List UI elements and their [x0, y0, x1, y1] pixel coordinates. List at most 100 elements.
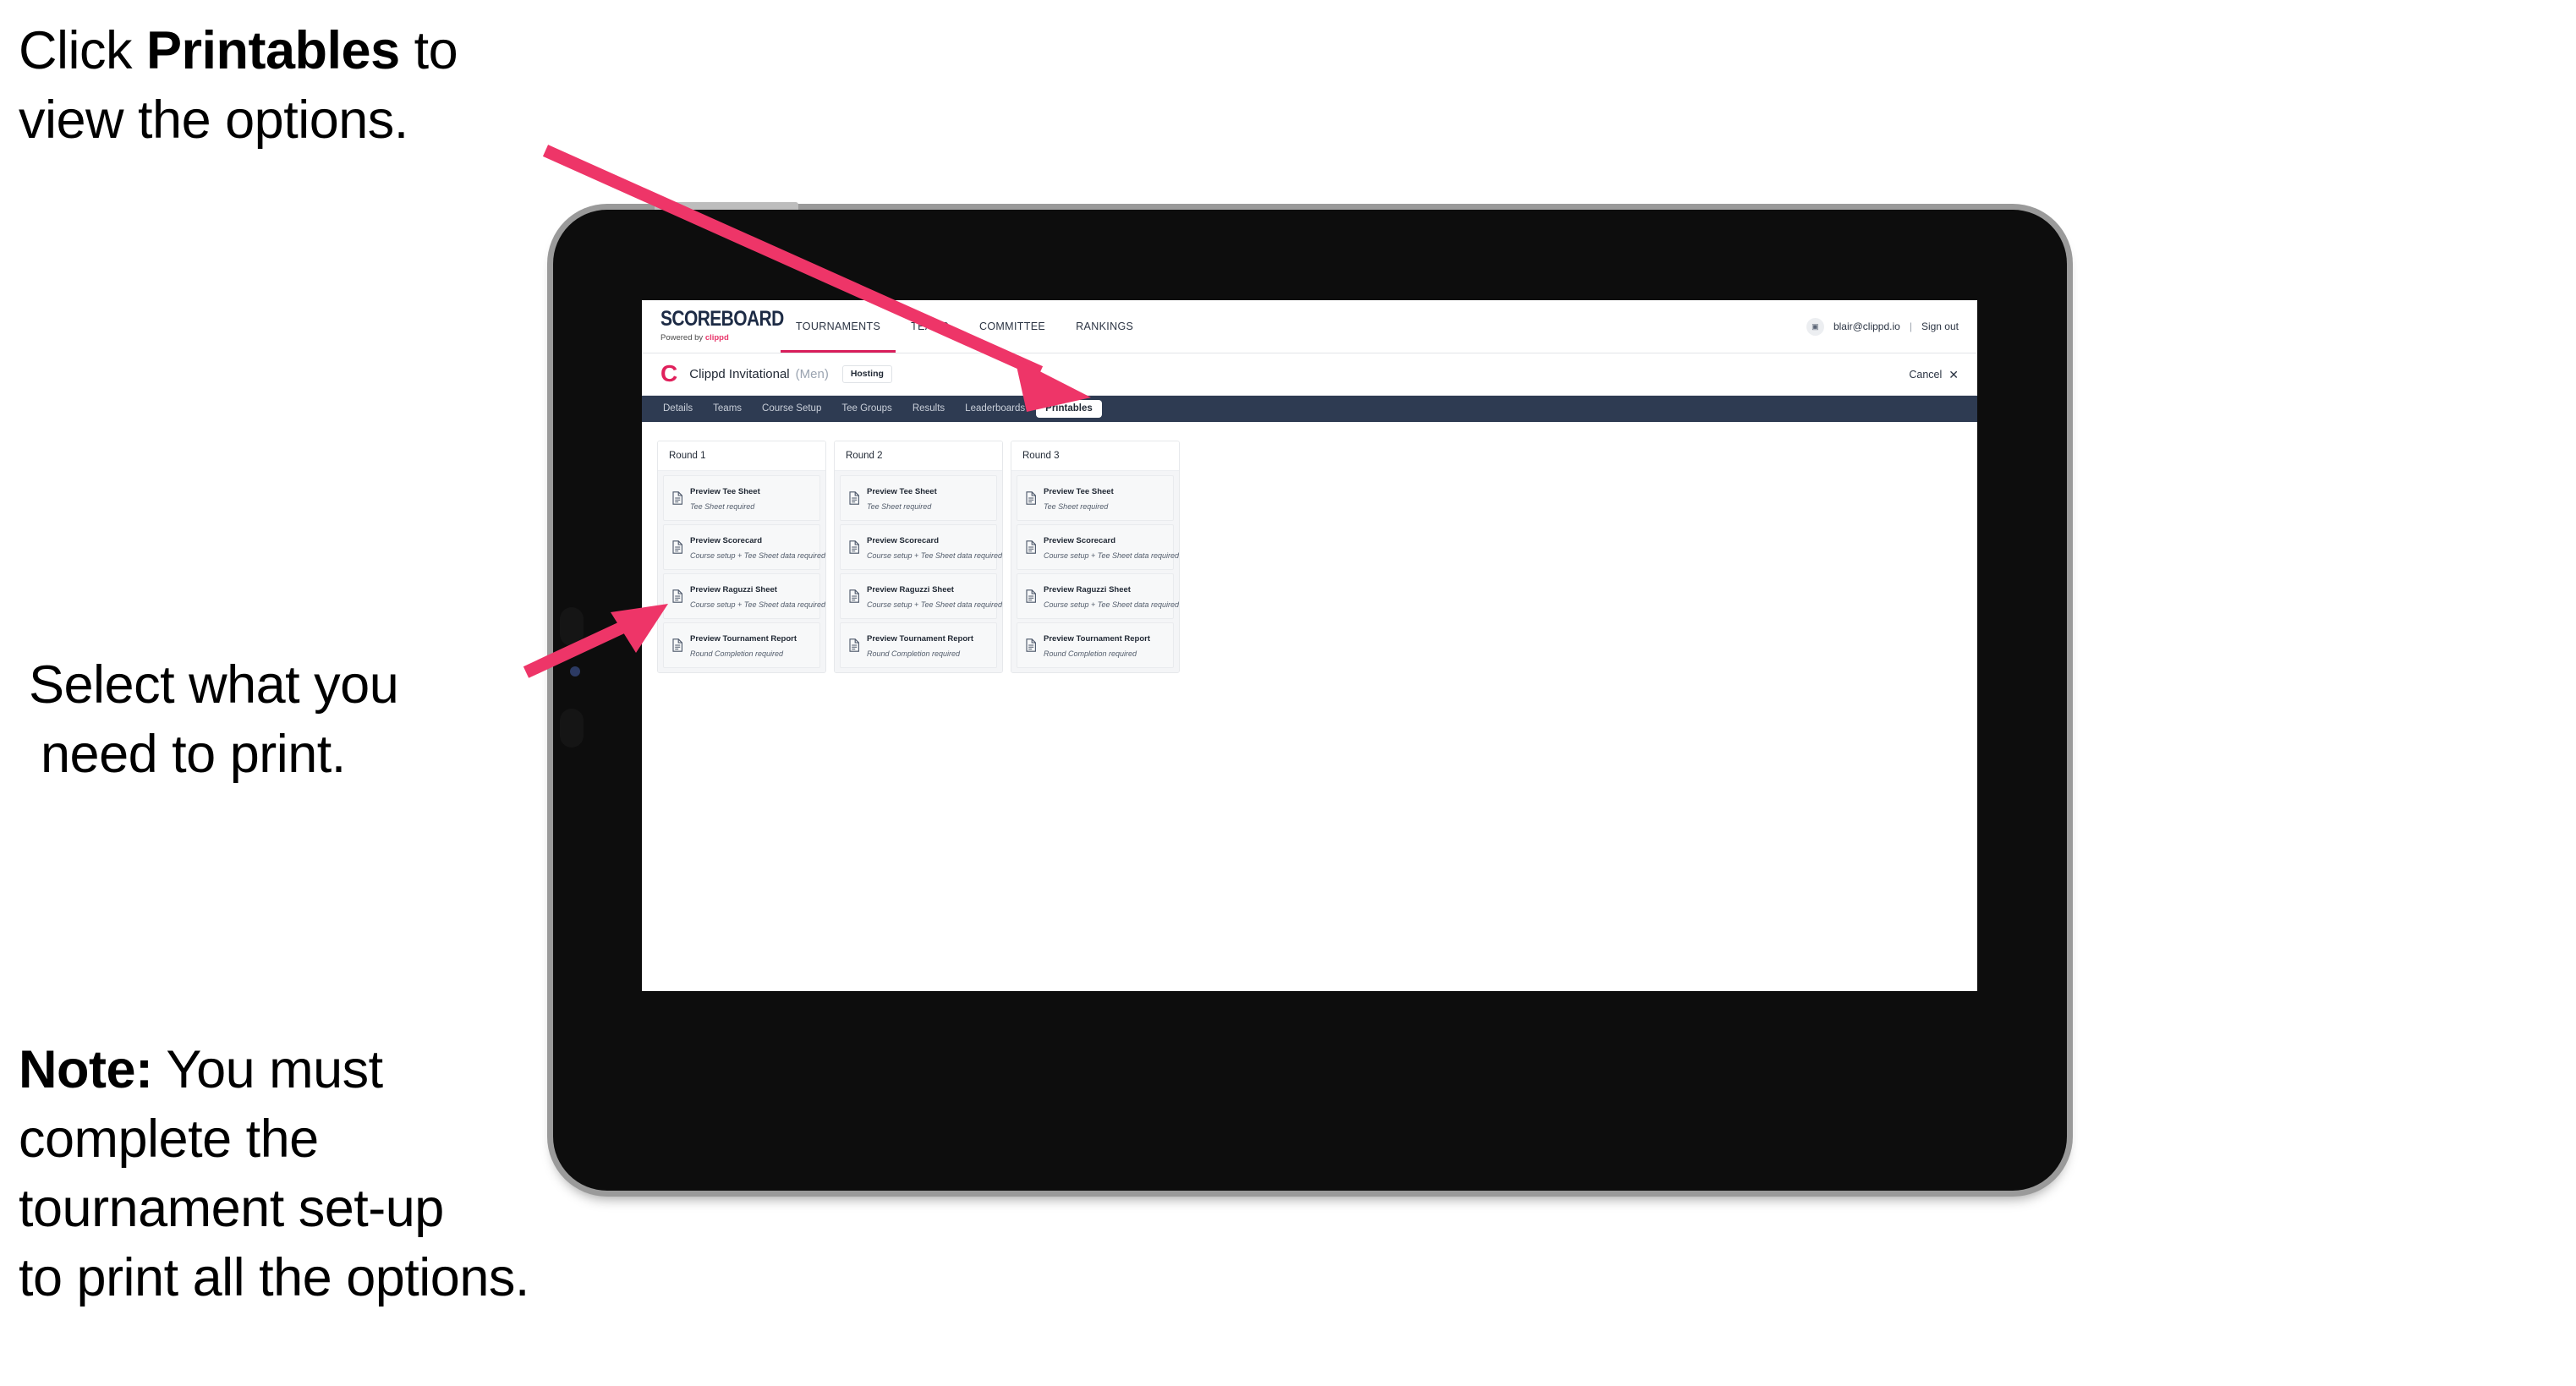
round-2-items: Preview Tee Sheet Tee Sheet required Pre…	[835, 471, 1002, 672]
round-column-2: Round 2 Preview Tee Sheet Tee Sheet requ…	[834, 441, 1003, 673]
printable-card-scorecard-r1[interactable]: Preview Scorecard Course setup + Tee She…	[663, 524, 825, 570]
round-3-heading: Round 3	[1011, 441, 1179, 471]
tablet-volume-down-button[interactable]	[560, 709, 584, 748]
printable-requirement: Round Completion required	[867, 649, 961, 658]
printable-card-raguzzi-sheet-r1[interactable]: Preview Raguzzi Sheet Course setup + Tee…	[663, 573, 825, 619]
app-header: SCOREBOARD Powered by clippd TOURNAMENTS…	[642, 300, 1977, 353]
printable-title: Preview Raguzzi Sheet	[867, 585, 954, 594]
printable-card-raguzzi-sheet-r3[interactable]: Preview Raguzzi Sheet Course setup + Tee…	[1017, 573, 1179, 619]
annotation-click-printables: Click Printables to view the options.	[19, 17, 611, 156]
cancel-button[interactable]: Cancel ✕	[1909, 369, 1959, 381]
round-1-heading: Round 1	[658, 441, 825, 471]
tablet-top-antenna-strip	[655, 202, 798, 210]
printable-requirement: Tee Sheet required	[1044, 502, 1109, 511]
clippd-c-logo-icon: C	[660, 359, 678, 386]
printable-card-tee-sheet-r2[interactable]: Preview Tee Sheet Tee Sheet required	[840, 475, 997, 521]
printable-title: Preview Tee Sheet	[867, 487, 937, 496]
tab-results[interactable]: Results	[903, 400, 954, 419]
tablet-front-camera	[570, 666, 580, 677]
sign-out-link[interactable]: Sign out	[1921, 320, 1959, 332]
nav-item-tournaments[interactable]: TOURNAMENTS	[781, 300, 896, 353]
document-icon	[848, 540, 860, 554]
annotation-select-what-to-print: Select what you need to print.	[29, 651, 553, 790]
document-icon	[1025, 589, 1037, 603]
scoreboard-logo[interactable]: SCOREBOARD Powered by clippd	[642, 300, 784, 353]
printable-card-tee-sheet-r1[interactable]: Preview Tee Sheet Tee Sheet required	[663, 475, 820, 521]
clippd-brandname: clippd	[704, 333, 729, 343]
printable-card-tee-sheet-r3[interactable]: Preview Tee Sheet Tee Sheet required	[1017, 475, 1174, 521]
annotation-top-bold: Printables	[146, 21, 400, 80]
nav-item-teams[interactable]: TEAMS	[896, 300, 964, 353]
document-icon	[671, 540, 683, 554]
printable-requirement: Course setup + Tee Sheet data required	[690, 551, 826, 560]
printable-title: Preview Scorecard	[690, 536, 763, 545]
account-area: ▣ blair@clippd.io | Sign out	[1806, 300, 1977, 353]
separator: |	[1909, 320, 1912, 332]
tablet-device-frame: SCOREBOARD Powered by clippd TOURNAMENTS…	[553, 202, 2067, 1191]
printable-title: Preview Tee Sheet	[1044, 487, 1114, 496]
printable-requirement: Round Completion required	[1044, 649, 1137, 658]
printable-title: Preview Scorecard	[1044, 536, 1116, 545]
annotation-top-line2: view the options.	[19, 90, 408, 150]
powered-by-clippd: Powered by clippd	[660, 334, 769, 342]
tab-tee-groups[interactable]: Tee Groups	[832, 400, 901, 419]
printable-title: Preview Tee Sheet	[690, 487, 760, 496]
printable-requirement: Course setup + Tee Sheet data required	[867, 600, 1003, 609]
round-3-items: Preview Tee Sheet Tee Sheet required Pre…	[1011, 471, 1179, 672]
document-icon	[671, 589, 683, 603]
printable-title: Preview Raguzzi Sheet	[1044, 585, 1131, 594]
printable-requirement: Course setup + Tee Sheet data required	[690, 600, 826, 609]
primary-navigation: TOURNAMENTS TEAMS COMMITTEE RANKINGS	[781, 300, 1148, 353]
printable-card-scorecard-r2[interactable]: Preview Scorecard Course setup + Tee She…	[840, 524, 1002, 570]
document-icon	[671, 638, 683, 652]
document-icon	[848, 491, 860, 505]
tournament-header: C Clippd Invitational (Men) Hosting Canc…	[642, 353, 1977, 396]
round-column-1: Round 1 Preview Tee Sheet Tee Sheet requ…	[657, 441, 826, 673]
status-badge: Hosting	[841, 365, 892, 383]
printable-card-scorecard-r3[interactable]: Preview Scorecard Course setup + Tee She…	[1017, 524, 1179, 570]
printable-requirement: Tee Sheet required	[690, 502, 755, 511]
tablet-microphone-dot	[572, 646, 578, 652]
document-icon	[848, 638, 860, 652]
document-icon	[1025, 540, 1037, 554]
printable-card-tournament-report-r2[interactable]: Preview Tournament Report Round Completi…	[840, 622, 997, 668]
round-2-heading: Round 2	[835, 441, 1002, 471]
tab-leaderboards[interactable]: Leaderboards	[956, 400, 1034, 419]
tab-teams[interactable]: Teams	[704, 400, 751, 419]
printable-card-raguzzi-sheet-r2[interactable]: Preview Raguzzi Sheet Course setup + Tee…	[840, 573, 1002, 619]
annotation-note-bold: Note:	[19, 1040, 153, 1099]
avatar[interactable]: ▣	[1806, 317, 1824, 336]
printable-requirement: Tee Sheet required	[867, 502, 932, 511]
round-1-items: Preview Tee Sheet Tee Sheet required Pre…	[658, 471, 825, 672]
printable-requirement: Course setup + Tee Sheet data required	[1044, 600, 1180, 609]
printable-card-tournament-report-r3[interactable]: Preview Tournament Report Round Completi…	[1017, 622, 1174, 668]
user-email-label: blair@clippd.io	[1833, 320, 1900, 332]
document-icon	[671, 491, 683, 505]
round-column-3: Round 3 Preview Tee Sheet Tee Sheet requ…	[1011, 441, 1180, 673]
close-icon: ✕	[1948, 367, 1959, 381]
document-icon	[1025, 491, 1037, 505]
document-icon	[1025, 638, 1037, 652]
nav-item-rankings[interactable]: RANKINGS	[1061, 300, 1148, 353]
annotation-middle-line2: need to print.	[41, 724, 346, 784]
printable-title: Preview Tournament Report	[690, 634, 797, 644]
annotation-middle-line1: Select what you	[29, 655, 399, 715]
printable-title: Preview Scorecard	[867, 536, 940, 545]
tablet-screen: SCOREBOARD Powered by clippd TOURNAMENTS…	[642, 300, 1977, 991]
printables-panel: Round 1 Preview Tee Sheet Tee Sheet requ…	[642, 422, 1977, 692]
cancel-label: Cancel	[1909, 368, 1943, 381]
tablet-volume-up-button[interactable]	[560, 607, 584, 646]
printable-title: Preview Raguzzi Sheet	[690, 585, 777, 594]
annotation-top-plain-1: Click	[19, 21, 146, 80]
scoreboard-wordmark: SCOREBOARD	[660, 308, 784, 331]
powered-by-prefix: Powered by	[660, 333, 705, 343]
tab-course-setup[interactable]: Course Setup	[753, 400, 830, 419]
nav-item-committee[interactable]: COMMITTEE	[964, 300, 1061, 353]
printable-card-tournament-report-r1[interactable]: Preview Tournament Report Round Completi…	[663, 622, 820, 668]
printable-requirement: Round Completion required	[690, 649, 784, 658]
tab-printables[interactable]: Printables	[1036, 399, 1102, 419]
tournament-gender-label: (Men)	[795, 367, 829, 381]
tab-details[interactable]: Details	[654, 400, 702, 419]
tournament-tabs: Details Teams Course Setup Tee Groups Re…	[642, 396, 1977, 422]
tournament-title: Clippd Invitational	[689, 367, 790, 381]
